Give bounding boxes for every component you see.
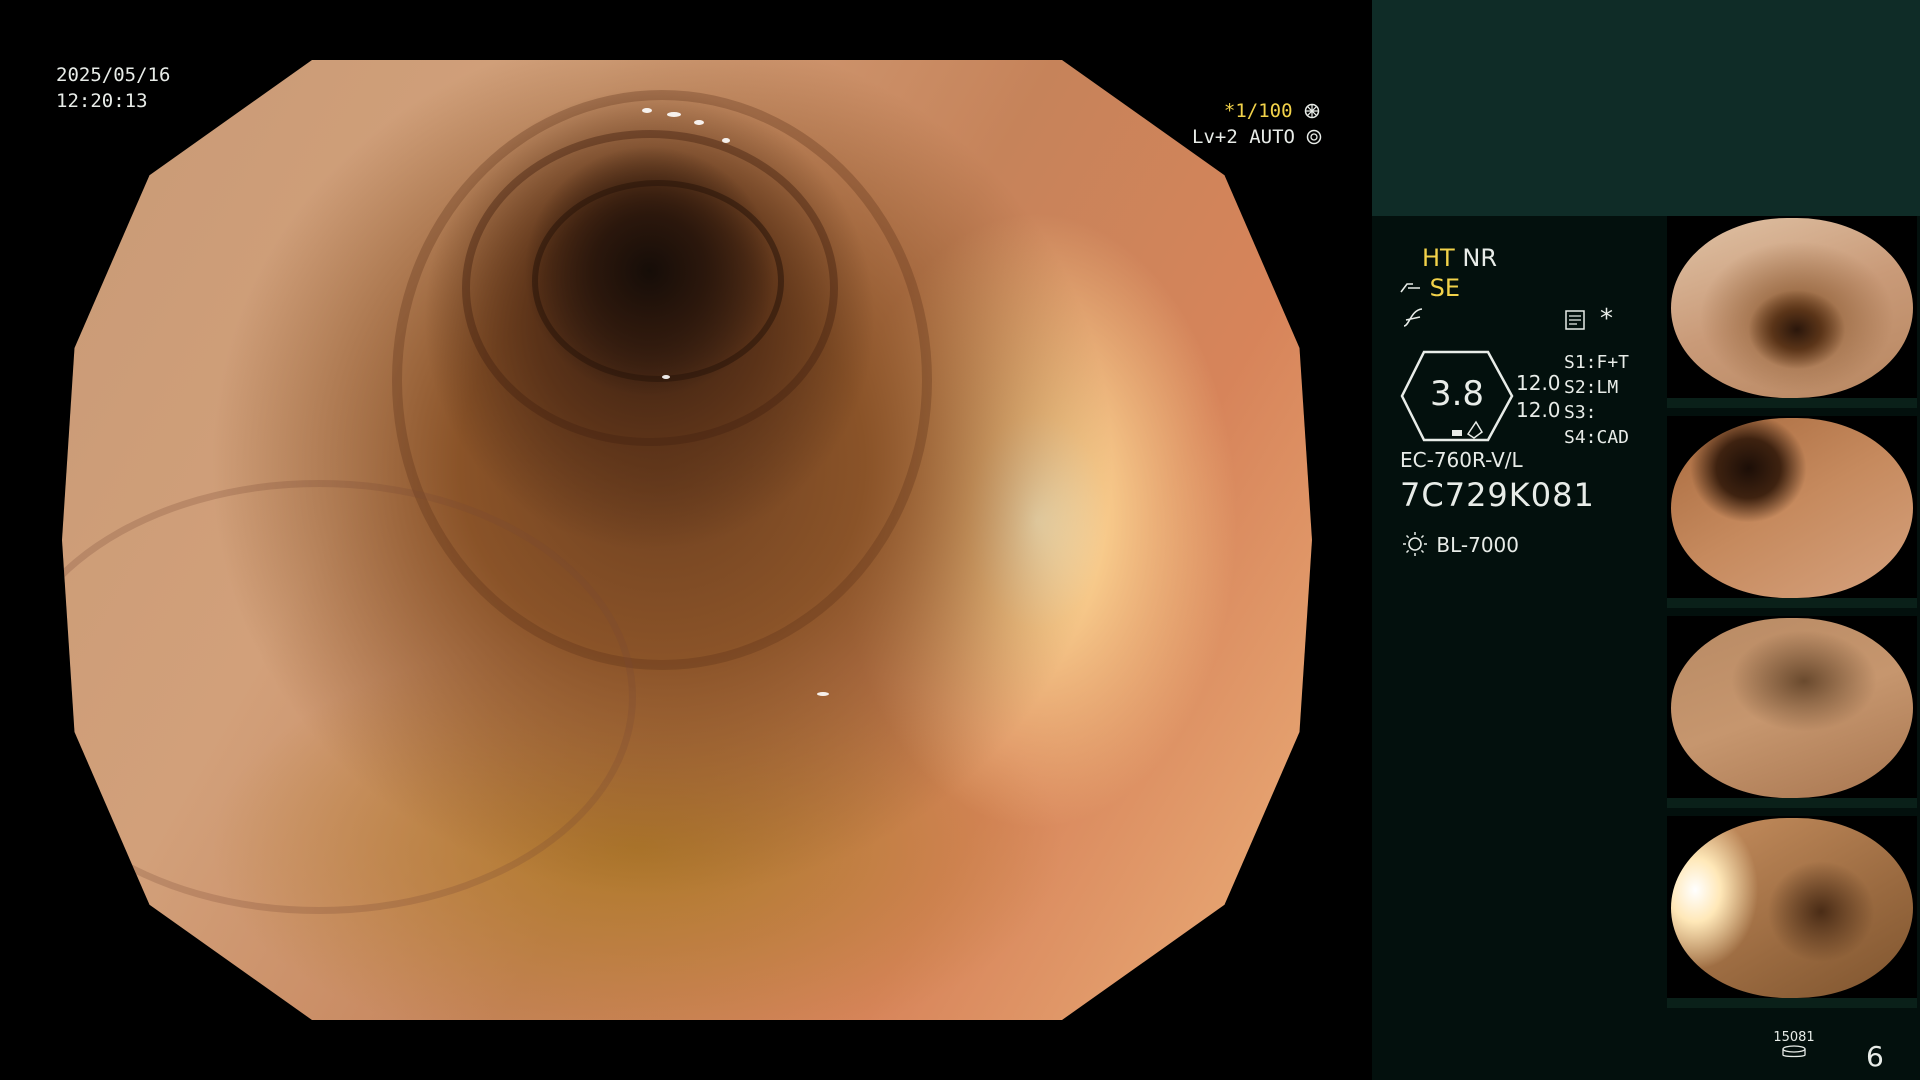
iris-icon — [1307, 129, 1322, 145]
setting-s2: S2:LM — [1564, 377, 1619, 398]
thumbnail-info-bar — [1667, 598, 1917, 608]
brightness-level: Lv+2 — [1192, 126, 1238, 148]
zoom-value: 3.8 — [1429, 374, 1485, 414]
shutter-speed: *1/100 — [1223, 100, 1293, 122]
storage-indicator: 15081 — [1764, 1030, 1824, 1063]
endoscope-viewport: 2025/05/16 12:20:13 *1/100 Lv+2 AUTO — [0, 0, 1372, 1080]
reflection — [662, 375, 670, 379]
gear-wheel-icon — [1304, 103, 1320, 119]
thumbnail-3[interactable] — [1667, 616, 1917, 808]
thumbnail-image — [1671, 618, 1913, 798]
info-panel: HT NR SE * 3.8 12.0 12.0 S1:F+T S2:LM S3… — [1372, 0, 1920, 1080]
reflection — [694, 120, 704, 125]
thumbnail-image — [1671, 418, 1913, 598]
setting-s3: S3: — [1564, 402, 1597, 423]
ht-nr-row: HT NR — [1422, 244, 1497, 272]
thumbnail-info-bar — [1667, 798, 1917, 808]
image-count: 6 — [1866, 1040, 1884, 1073]
ht-indicator: HT — [1422, 244, 1455, 272]
thumbnail-image — [1671, 818, 1913, 998]
thumbnail-1[interactable] — [1667, 216, 1917, 408]
mode-row: Lv+2 AUTO — [1192, 124, 1322, 150]
date-time: 2025/05/16 12:20:13 — [56, 62, 170, 114]
panel-header-area — [1372, 0, 1920, 216]
scope-serial: 7C729K081 — [1400, 476, 1595, 514]
capture-date: 2025/05/16 — [56, 64, 171, 86]
param-2: 12.0 — [1516, 398, 1561, 422]
se-row: SE — [1400, 274, 1460, 302]
document-list-icon — [1565, 310, 1585, 330]
param-1: 12.0 — [1516, 371, 1561, 395]
disk-stack-icon — [1782, 1045, 1806, 1058]
reflection — [817, 692, 829, 696]
setting-s4: S4:CAD — [1564, 427, 1630, 448]
endoscopic-image — [62, 60, 1312, 1020]
setting-s1: S1:F+T — [1564, 352, 1630, 373]
thumbnail-image — [1671, 218, 1913, 398]
storage-code: 15081 — [1773, 1030, 1815, 1045]
exposure-info: *1/100 Lv+2 AUTO — [1192, 98, 1322, 150]
light-source-model: BL-7000 — [1436, 533, 1519, 557]
thumbnail-info-bar — [1667, 398, 1917, 408]
reflection — [642, 108, 652, 113]
reflection — [722, 138, 730, 143]
memo-star: * — [1600, 304, 1613, 334]
lamp-sun-icon — [1403, 532, 1427, 556]
shutter-row: *1/100 — [1192, 98, 1320, 124]
reflection — [667, 112, 681, 117]
light-source-row: BL-7000 — [1400, 530, 1519, 558]
ramp-enhance-icon — [1400, 283, 1420, 293]
scope-model: EC-760R-V/L — [1400, 448, 1523, 472]
iris-mode: AUTO — [1249, 126, 1295, 148]
settings-list: S1:F+T S2:LM S3: S4:CAD — [1564, 350, 1629, 450]
tone-curve-icon — [1403, 308, 1423, 327]
mucosal-fold — [62, 480, 636, 914]
capture-time: 12:20:13 — [56, 90, 148, 112]
thumbnail-info-bar — [1667, 998, 1917, 1008]
nr-indicator: NR — [1462, 244, 1497, 272]
se-indicator: SE — [1429, 274, 1461, 302]
thumbnail-4[interactable] — [1667, 816, 1917, 1008]
thumbnail-2[interactable] — [1667, 416, 1917, 608]
